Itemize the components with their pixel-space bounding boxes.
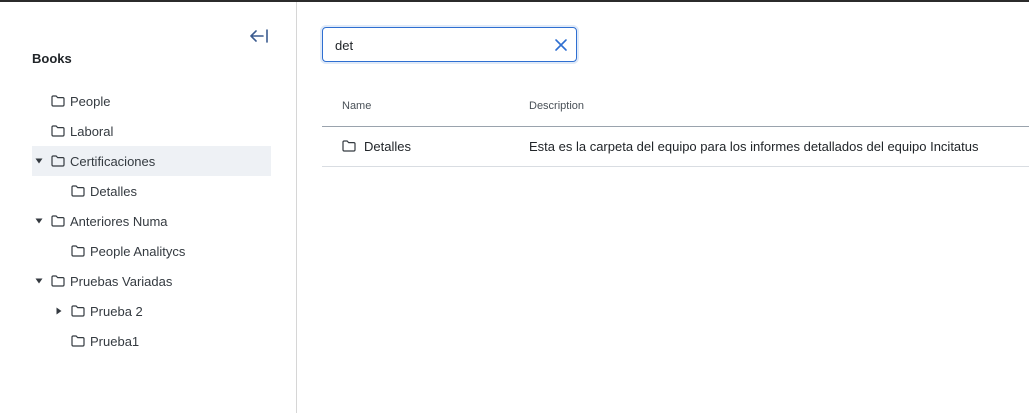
caret-down-icon[interactable]	[34, 276, 44, 286]
sidebar-item[interactable]: People Analitycs	[32, 236, 271, 266]
sidebar-item-label: Detalles	[90, 183, 137, 199]
collapse-left-icon	[250, 29, 268, 43]
sidebar-item-label: Prueba 2	[90, 303, 143, 319]
sidebar-item-label: Prueba1	[90, 333, 140, 349]
sidebar-title: Books	[32, 51, 72, 66]
sidebar-item-label: Laboral	[70, 123, 114, 139]
folder-icon	[51, 125, 65, 137]
cell-description: Esta es la carpeta del equipo para los i…	[529, 139, 979, 154]
collapse-sidebar-button[interactable]	[248, 26, 272, 46]
sidebar-item[interactable]: People	[32, 86, 271, 116]
sidebar-item[interactable]: Prueba 2	[32, 296, 271, 326]
sidebar-item-label: People Analitycs	[90, 243, 186, 259]
clear-search-button[interactable]	[554, 38, 568, 52]
folder-icon	[71, 185, 85, 197]
caret-down-icon[interactable]	[34, 156, 44, 166]
sidebar-item[interactable]: Laboral	[32, 116, 271, 146]
sidebar-item-label: People	[70, 93, 111, 109]
cell-name[interactable]: Detalles	[364, 139, 411, 154]
folder-icon	[51, 155, 65, 167]
column-header-name[interactable]: Name	[342, 100, 371, 112]
sidebar-item-label: Pruebas Variadas	[70, 273, 173, 289]
close-icon	[555, 39, 567, 51]
folder-icon	[51, 275, 65, 287]
table-body: Detalles Esta es la carpeta del equipo pa…	[322, 127, 1029, 167]
search-input[interactable]	[335, 35, 535, 55]
column-header-description: Description	[529, 100, 585, 112]
sidebar-item-label: Certificaciones	[70, 153, 156, 169]
folder-icon	[342, 140, 356, 152]
sidebar-item[interactable]: Pruebas Variadas	[32, 266, 271, 296]
folder-icon	[71, 335, 85, 347]
table-header: Name Description	[322, 86, 1029, 127]
sidebar-item[interactable]: Certificaciones	[32, 146, 271, 176]
sidebar: Books People Laboral Certificaciones Detall…	[0, 2, 297, 413]
sidebar-item[interactable]: Detalles	[32, 176, 271, 206]
sidebar-item[interactable]: Prueba1	[32, 326, 271, 356]
folder-icon	[51, 95, 65, 107]
sidebar-item[interactable]: Anteriores Numa	[32, 206, 271, 236]
table-row[interactable]: Detalles Esta es la carpeta del equipo pa…	[322, 127, 1029, 167]
caret-down-icon[interactable]	[34, 216, 44, 226]
sidebar-item-label: Anteriores Numa	[70, 213, 168, 229]
results-table: Name Description Detalles Esta es la carp…	[322, 86, 1029, 167]
search-box	[322, 27, 577, 62]
folder-icon	[51, 215, 65, 227]
caret-right-icon[interactable]	[54, 306, 64, 316]
folder-icon	[71, 305, 85, 317]
folder-tree: People Laboral Certificaciones Detalles Ante…	[32, 86, 271, 356]
folder-icon	[71, 245, 85, 257]
